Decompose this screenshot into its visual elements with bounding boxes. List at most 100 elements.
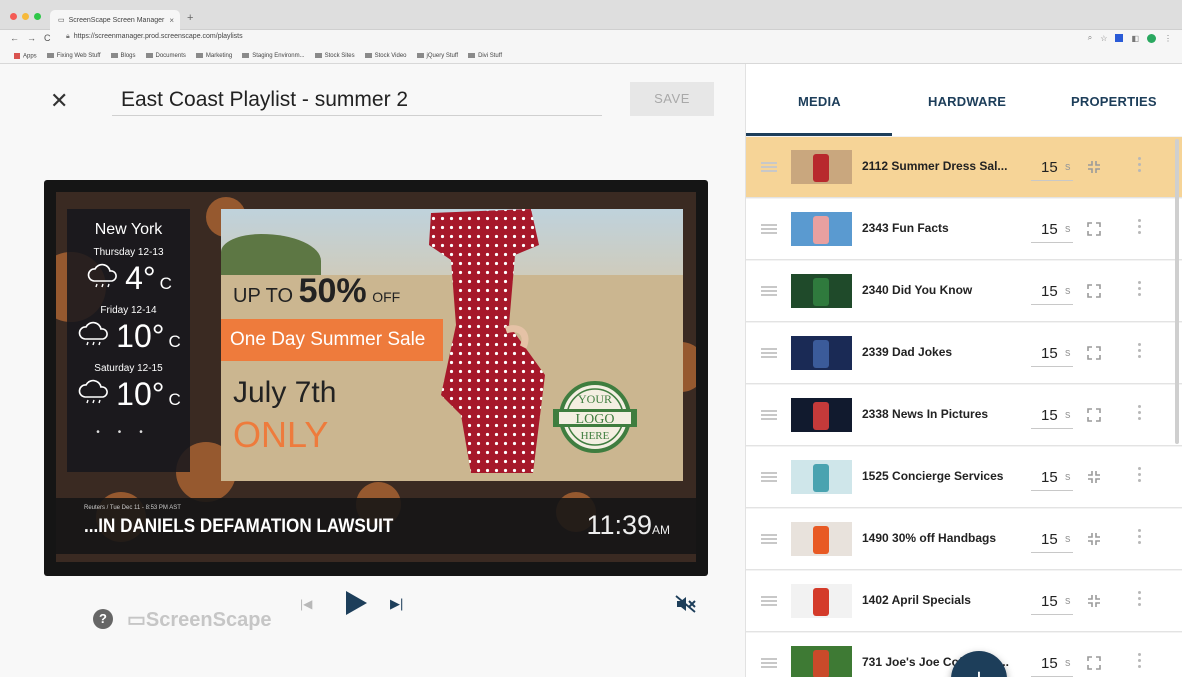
bookmark-item[interactable]: Marketing [195,52,233,60]
zoom-icon[interactable]: ⌕ [1088,33,1092,43]
more-options-icon[interactable] [1138,529,1142,549]
drag-handle-icon[interactable] [761,472,777,482]
drag-handle-icon[interactable] [761,162,777,172]
browser-menu-icon[interactable]: ⋮ [1164,34,1172,43]
media-list-scrollbar[interactable] [1175,139,1179,444]
drag-handle-icon[interactable] [761,596,777,606]
duration-input[interactable]: 15 s [1031,649,1073,677]
previous-icon[interactable]: |◀ [300,597,312,611]
fit-expand-icon[interactable] [1086,655,1102,671]
media-list-item[interactable]: 2340 Did You Know 15 s [746,261,1182,322]
media-name: 2343 Fun Facts [862,221,949,235]
logo-line-1: YOUR [578,392,612,406]
duration-input[interactable]: 15 s [1031,339,1073,367]
fit-expand-icon[interactable] [1086,221,1102,237]
drag-handle-icon[interactable] [761,534,777,544]
bookmark-item[interactable]: Apps [14,52,37,59]
extension-icon[interactable] [1115,34,1124,42]
duration-input[interactable]: 15 s [1031,525,1073,553]
duration-value: 15 [1041,469,1058,486]
help-icon[interactable]: ? [93,609,113,629]
fit-shrink-icon[interactable] [1086,469,1102,485]
new-tab-button[interactable]: + [187,12,193,24]
tab-media[interactable]: MEDIA [798,94,841,109]
close-tab-icon[interactable]: × [169,16,174,25]
ad-off: OFF [372,289,401,305]
bookmark-label: Marketing [205,53,233,60]
bookmark-label: Staging Environm... [252,53,305,60]
tab-properties[interactable]: PROPERTIES [1071,94,1157,109]
fit-expand-icon[interactable] [1086,407,1102,423]
maximize-window-button[interactable] [34,13,41,20]
browser-tab[interactable]: ▭ ScreenScape Screen Manager × [50,10,180,30]
bookmark-item[interactable]: Stock Sites [314,52,355,60]
bookmark-item[interactable]: Documents [145,52,186,59]
folder-icon [195,52,203,58]
bookmark-item[interactable]: Staging Environm... [242,52,305,60]
tab-hardware[interactable]: HARDWARE [928,94,1006,109]
media-thumbnail [791,584,852,618]
forward-icon[interactable]: → [27,33,36,43]
duration-unit: s [1065,347,1071,359]
drag-handle-icon[interactable] [761,224,777,234]
duration-input[interactable]: 15 s [1031,153,1073,181]
more-options-icon[interactable] [1138,653,1142,673]
more-options-icon[interactable] [1138,591,1142,611]
save-button[interactable]: SAVE [630,82,714,116]
url-field[interactable]: 🔒︎ https://screenmanager.prod.screenscape… [66,33,243,41]
play-icon[interactable] [340,588,370,618]
duration-input[interactable]: 15 s [1031,587,1073,615]
next-icon[interactable]: ▶| [390,596,403,612]
duration-unit: s [1065,657,1071,669]
profile-avatar[interactable] [1147,33,1156,43]
more-options-icon[interactable] [1138,157,1142,177]
fit-expand-icon[interactable] [1086,283,1102,299]
media-list-item[interactable]: 1525 Concierge Services 15 s [746,447,1182,508]
fit-shrink-icon[interactable] [1086,531,1102,547]
folder-icon [110,52,118,58]
rain-cloud-icon [87,263,117,288]
media-list-item[interactable]: 1402 April Specials 15 s [746,571,1182,632]
bookmark-item[interactable]: Stock Video [364,52,407,59]
media-list-item[interactable]: 2112 Summer Dress Sal... 15 s [746,137,1182,198]
fit-expand-icon[interactable] [1086,345,1102,361]
fit-shrink-icon[interactable] [1086,159,1102,175]
folder-icon [468,52,476,58]
drag-handle-icon[interactable] [761,348,777,358]
bookmark-item[interactable]: Divi Stuff [468,52,502,59]
bookmark-item[interactable]: Fixing Web Stuff [46,52,101,59]
media-thumbnail [791,646,852,677]
bookmark-star-icon[interactable]: ☆ [1100,34,1107,43]
reload-icon[interactable]: C [44,33,51,43]
back-icon[interactable]: ← [10,33,19,43]
more-options-icon[interactable] [1138,405,1142,425]
media-list-item[interactable]: 1490 30% off Handbags 15 s [746,509,1182,570]
fit-shrink-icon[interactable] [1086,593,1102,609]
drag-handle-icon[interactable] [761,410,777,420]
duration-input[interactable]: 15 s [1031,215,1073,243]
media-list-item[interactable]: 2338 News In Pictures 15 s [746,385,1182,446]
media-list-item[interactable]: 2343 Fun Facts 15 s [746,199,1182,260]
close-editor-icon[interactable]: ✕ [50,88,68,114]
drag-handle-icon[interactable] [761,286,777,296]
ticker-headline: ...IN DANIELS DEFAMATION LAWSUIT [84,516,394,537]
bookmark-label: Stock Sites [324,53,355,60]
extension-icon-2[interactable]: ◧ [1131,34,1139,43]
duration-input[interactable]: 15 s [1031,401,1073,429]
playlist-title-input[interactable]: East Coast Playlist - summer 2 [112,86,602,116]
more-options-icon[interactable] [1138,281,1142,301]
media-list-item[interactable]: 2339 Dad Jokes 15 s [746,323,1182,384]
drag-handle-icon[interactable] [761,658,777,668]
more-options-icon[interactable] [1138,219,1142,239]
more-options-icon[interactable] [1138,467,1142,487]
more-options-icon[interactable] [1138,343,1142,363]
active-tab-indicator [746,133,892,136]
close-window-button[interactable] [10,13,17,20]
bookmark-item[interactable]: Blogs [110,52,136,59]
minimize-window-button[interactable] [22,13,29,20]
bookmark-item[interactable]: jQuery Stuff [416,52,458,59]
weather-unit: C [168,390,181,409]
mute-icon[interactable] [675,595,697,613]
duration-input[interactable]: 15 s [1031,277,1073,305]
duration-input[interactable]: 15 s [1031,463,1073,491]
